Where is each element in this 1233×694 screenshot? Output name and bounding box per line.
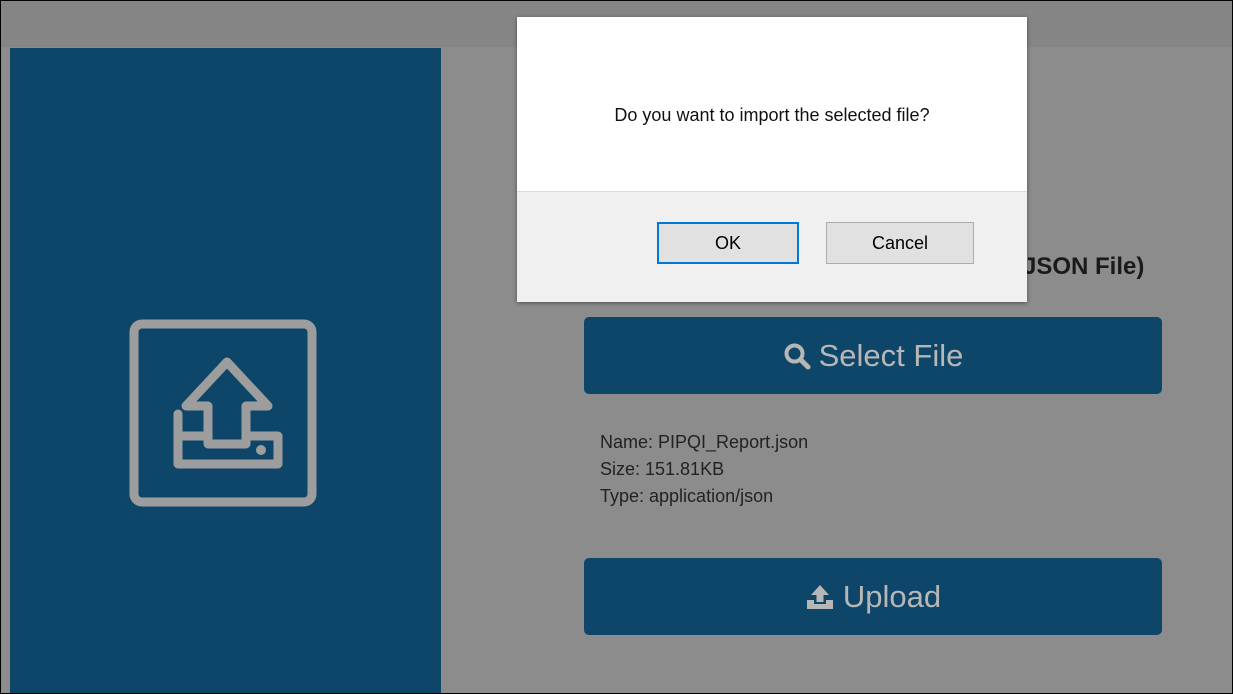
upload-label: Upload <box>842 578 942 614</box>
inbox-upload-icon <box>128 318 318 508</box>
cancel-button[interactable]: Cancel <box>826 222 974 264</box>
confirm-dialog: Do you want to import the selected file?… <box>517 17 1027 302</box>
file-type: Type: application/json <box>600 486 774 506</box>
search-icon <box>783 342 811 370</box>
page-heading: JSON File) <box>1023 253 1145 280</box>
select-file-button[interactable]: Select File <box>584 317 1162 394</box>
upload-button[interactable]: Upload <box>584 558 1162 635</box>
dialog-message: Do you want to import the selected file? <box>614 105 930 125</box>
app-screen: JSON File) Select File Name: PIPQI_Repor… <box>0 0 1233 694</box>
file-name: Name: PIPQI_Report.json <box>600 432 809 452</box>
file-details: Name: PIPQI_Report.json Size: 151.81KB T… <box>600 429 808 510</box>
dialog-footer: OK Cancel <box>517 191 1027 302</box>
ok-button[interactable]: OK <box>657 222 799 264</box>
select-file-label: Select File <box>818 337 964 373</box>
side-panel <box>10 48 441 693</box>
file-size: Size: 151.81KB <box>600 459 725 479</box>
upload-icon <box>805 583 835 611</box>
